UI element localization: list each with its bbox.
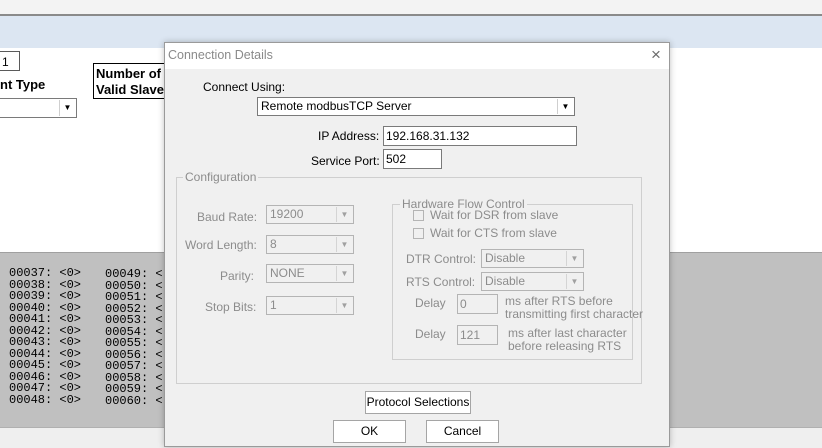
rts-control-label: RTS Control: xyxy=(406,275,476,289)
chevron-down-icon: ▼ xyxy=(336,237,352,252)
chevron-down-icon: ▼ xyxy=(59,100,75,116)
delay-rts-label: Delay xyxy=(415,296,446,310)
word-length-value: 8 xyxy=(270,237,277,251)
delay-rts-note-line2: transmitting first character xyxy=(505,307,644,321)
delay-release-note: ms after last character before releasing… xyxy=(508,327,627,353)
chevron-down-icon: ▼ xyxy=(557,99,573,114)
chevron-down-icon: ▼ xyxy=(566,251,582,266)
stop-bits-value: 1 xyxy=(270,298,277,312)
connect-using-value: Remote modbusTCP Server xyxy=(261,99,412,113)
delay-release-input[interactable]: 121 xyxy=(457,325,498,345)
wait-dsr-label: Wait for DSR from slave xyxy=(430,208,559,222)
stop-bits-label: Stop Bits: xyxy=(205,300,257,314)
rts-control-value: Disable xyxy=(485,274,526,288)
rts-control-select[interactable]: Disable ▼ xyxy=(481,272,584,291)
chevron-down-icon: ▼ xyxy=(336,266,352,281)
baud-rate-value: 19200 xyxy=(270,207,304,221)
parity-label: Parity: xyxy=(220,269,255,283)
delay-rts-input[interactable]: 0 xyxy=(457,294,498,314)
ip-address-input[interactable]: 192.168.31.132 xyxy=(383,126,577,146)
chevron-down-icon: ▼ xyxy=(566,274,582,289)
dialog-title-bar: Connection Details × xyxy=(165,43,669,69)
cancel-button[interactable]: Cancel xyxy=(426,420,499,443)
wait-dsr-checkbox[interactable] xyxy=(413,210,424,221)
chevron-down-icon: ▼ xyxy=(336,207,352,222)
baud-rate-label: Baud Rate: xyxy=(197,210,258,224)
point-type-label: nt Type xyxy=(0,77,46,92)
delay-release-label: Delay xyxy=(415,327,446,341)
ip-address-label: IP Address: xyxy=(318,129,380,143)
point-type-select[interactable]: ▼ xyxy=(0,98,77,118)
parity-value: NONE xyxy=(270,266,305,280)
dialog-title: Connection Details xyxy=(168,48,273,62)
count-field[interactable]: 1 xyxy=(0,51,20,71)
service-port-input[interactable]: 502 xyxy=(383,149,442,169)
valid-slaves-label-line1: Number of xyxy=(96,66,161,81)
wait-cts-checkbox[interactable] xyxy=(413,228,424,239)
configuration-group-title: Configuration xyxy=(183,170,259,184)
stop-bits-select[interactable]: 1 ▼ xyxy=(266,296,354,315)
protocol-selections-button[interactable]: Protocol Selections xyxy=(365,391,471,414)
chevron-down-icon: ▼ xyxy=(336,298,352,313)
dtr-control-value: Disable xyxy=(485,251,526,265)
word-length-select[interactable]: 8 ▼ xyxy=(266,235,354,254)
parity-select[interactable]: NONE ▼ xyxy=(266,264,354,283)
dtr-control-select[interactable]: Disable ▼ xyxy=(481,249,584,268)
register-cell: 00048: <0> xyxy=(9,392,82,407)
delay-release-note-line2: before releasing RTS xyxy=(508,339,622,353)
baud-rate-select[interactable]: 19200 ▼ xyxy=(266,205,354,224)
service-port-label: Service Port: xyxy=(311,154,380,168)
app-top-bar xyxy=(0,0,822,16)
connect-using-select[interactable]: Remote modbusTCP Server ▼ xyxy=(257,97,575,116)
register-cell: 00060: < xyxy=(105,393,163,408)
close-icon[interactable]: × xyxy=(648,46,664,63)
ok-button[interactable]: OK xyxy=(333,420,406,443)
wait-cts-label: Wait for CTS from slave xyxy=(430,226,557,240)
dtr-control-label: DTR Control: xyxy=(406,252,477,266)
valid-slaves-label: Number of Valid Slave xyxy=(93,63,169,99)
connect-using-label: Connect Using: xyxy=(203,80,286,94)
connection-details-dialog: Connection Details × Connect Using: Remo… xyxy=(164,42,670,447)
valid-slaves-label-line2: Valid Slave xyxy=(96,82,164,97)
delay-rts-note: ms after RTS before transmitting first c… xyxy=(505,295,643,321)
word-length-label: Word Length: xyxy=(185,238,257,252)
